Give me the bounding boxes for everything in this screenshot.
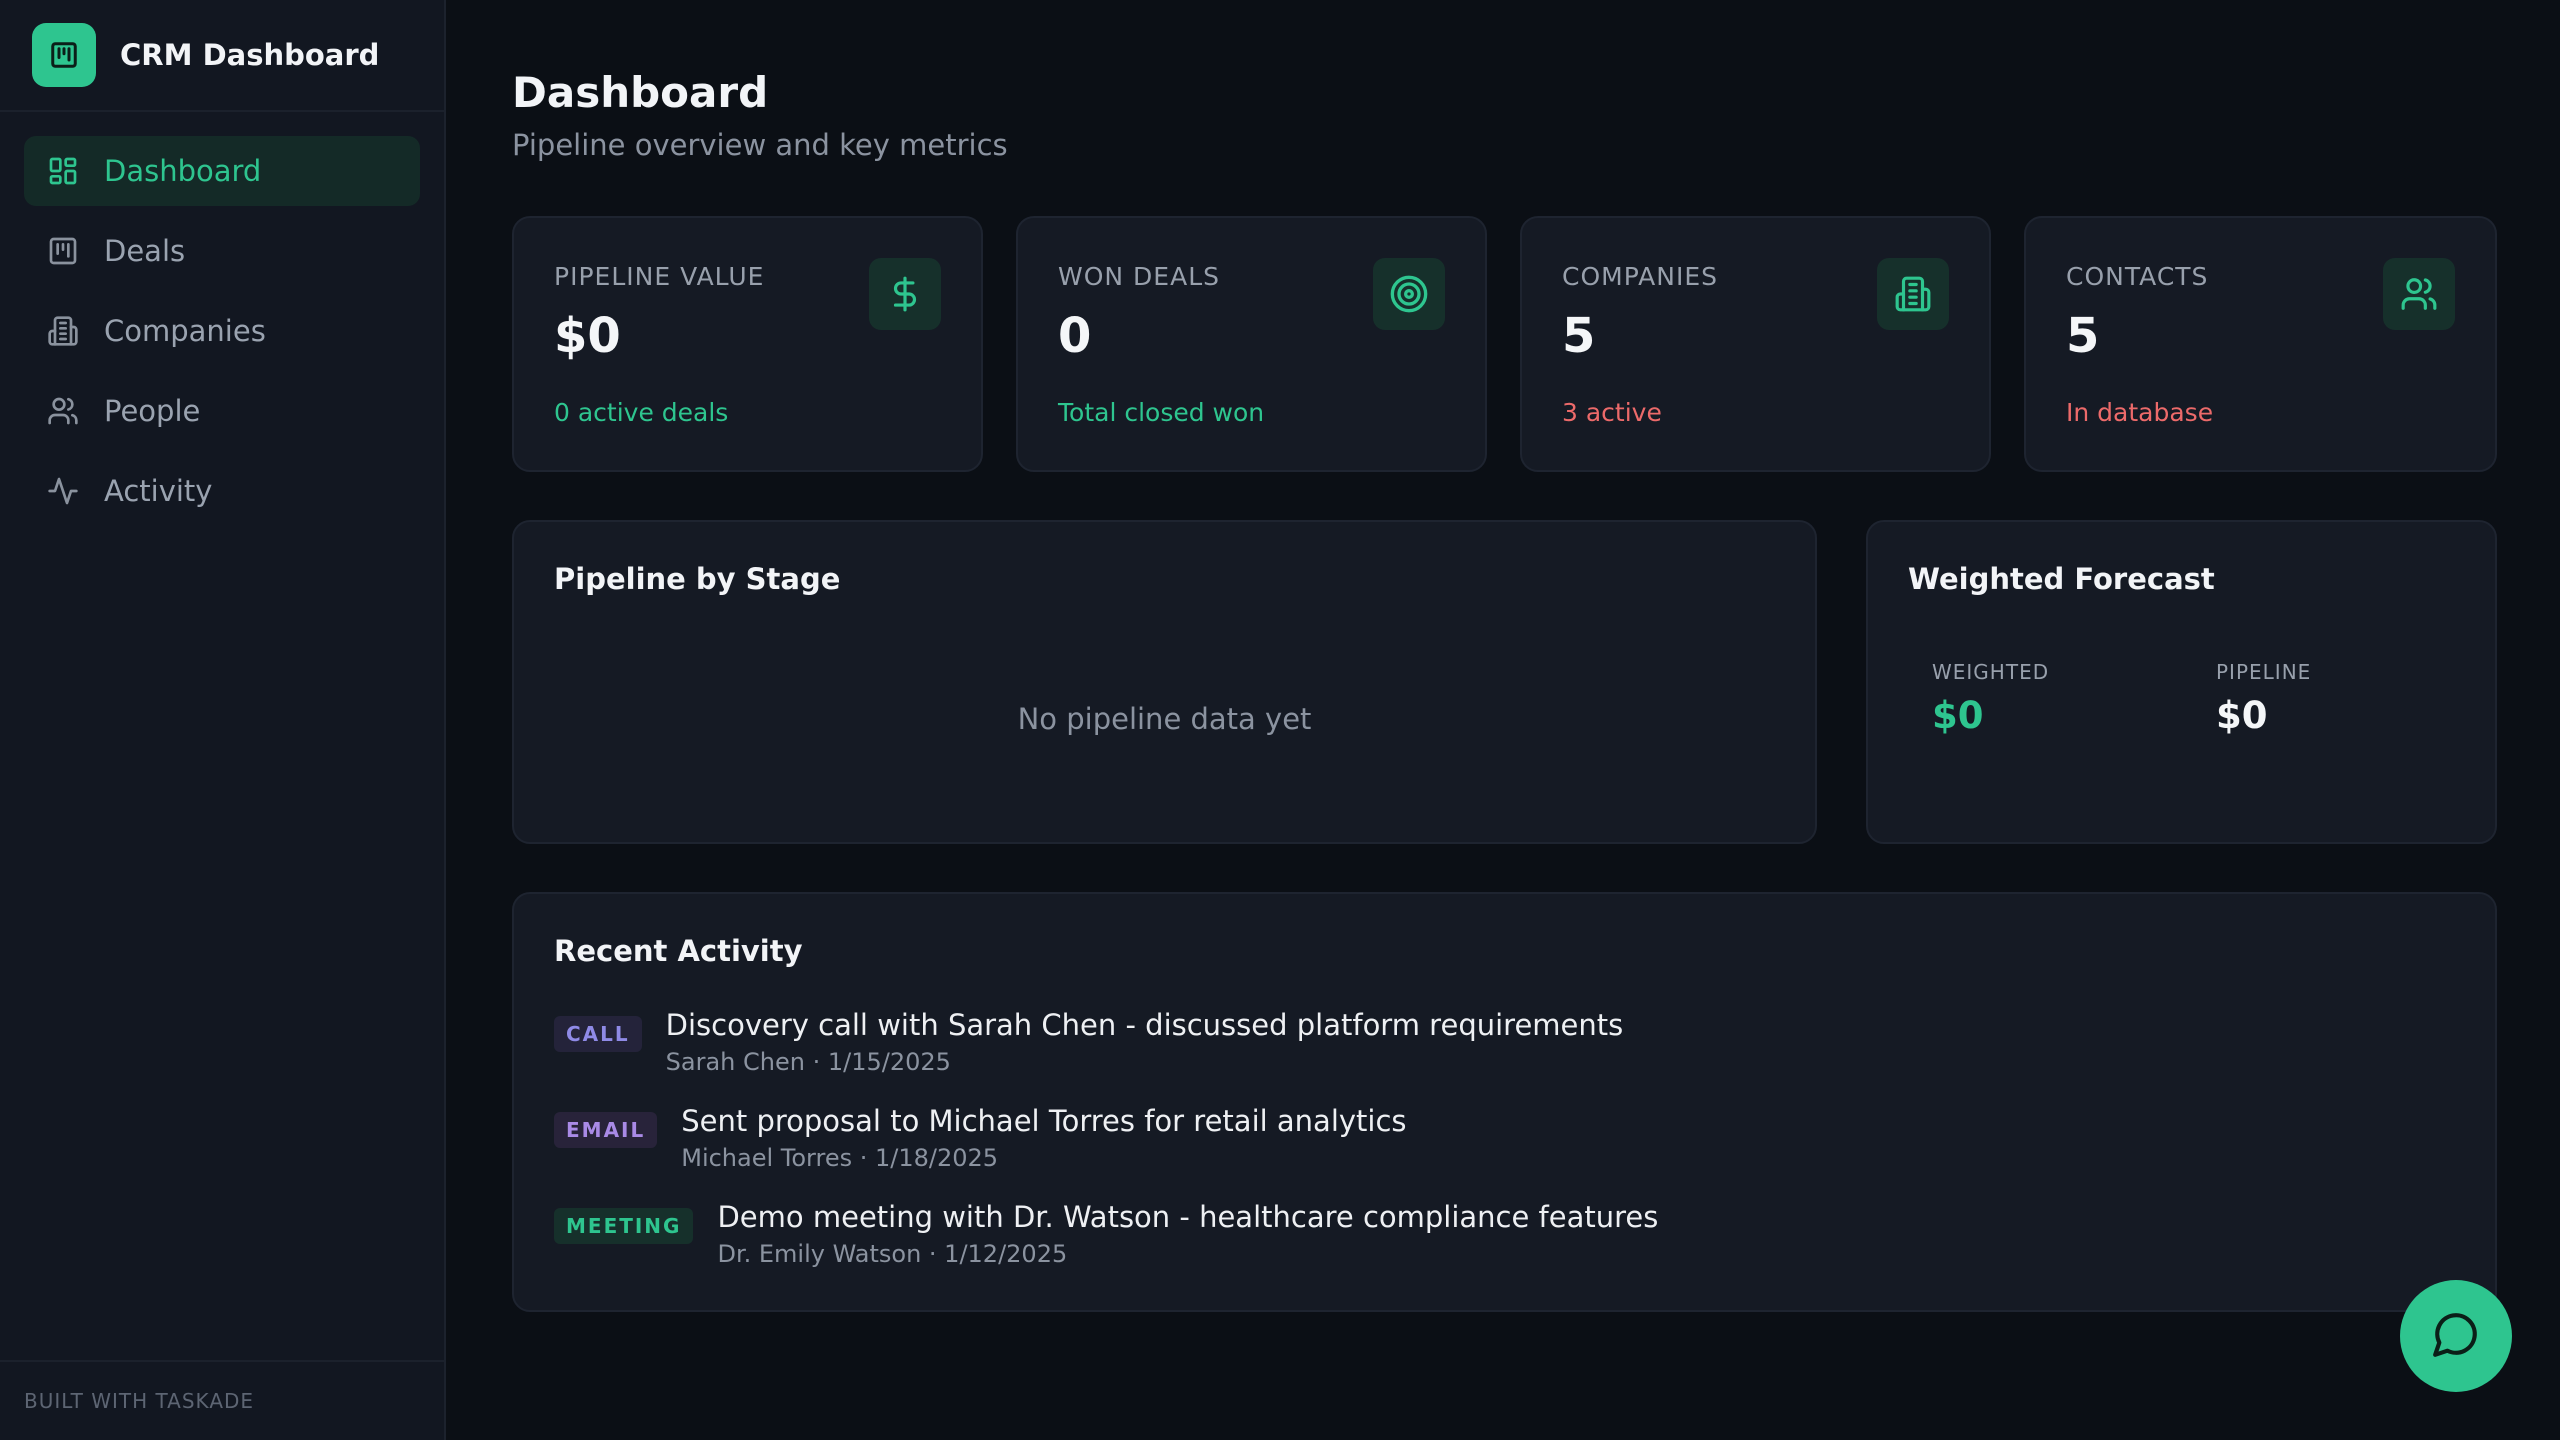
forecast-weighted-value: $0 [1932, 694, 1984, 737]
activity-type-badge: MEETING [554, 1208, 694, 1244]
stat-value: 5 [1562, 308, 1596, 364]
stat-subtext: In database [2066, 398, 2214, 427]
activity-meta: Michael Torres · 1/18/2025 [681, 1144, 999, 1172]
stat-subtext: Total closed won [1058, 398, 1265, 427]
brand[interactable]: CRM Dashboard [0, 0, 444, 112]
activity-item[interactable]: CALL Discovery call with Sarah Chen - di… [554, 1008, 1623, 1076]
activity-meta: Dr. Emily Watson · 1/12/2025 [717, 1240, 1068, 1268]
sidebar-item-label: Deals [104, 234, 186, 268]
stat-value: 0 [1058, 308, 1092, 364]
page-title: Dashboard [512, 68, 769, 117]
pipeline-by-stage-card: Pipeline by Stage No pipeline data yet [512, 520, 1817, 844]
card-title: Recent Activity [554, 934, 803, 968]
sidebar: CRM Dashboard Dashboard Deals Companies … [0, 0, 446, 1440]
chat-button[interactable] [2400, 1280, 2512, 1392]
card-title: Weighted Forecast [1908, 562, 2215, 596]
sidebar-item-people[interactable]: People [24, 376, 420, 446]
activity-item[interactable]: MEETING Demo meeting with Dr. Watson - h… [554, 1200, 1658, 1268]
forecast-pipeline-label: PIPELINE [2216, 660, 2312, 684]
forecast-weighted-label: WEIGHTED [1932, 660, 2050, 684]
users-icon [2383, 258, 2455, 330]
sidebar-item-label: Activity [104, 474, 213, 508]
stat-label: CONTACTS [2066, 262, 2209, 291]
activity-title: Discovery call with Sarah Chen - discuss… [665, 1008, 1624, 1042]
building-icon [46, 314, 80, 348]
activity-item[interactable]: EMAIL Sent proposal to Michael Torres fo… [554, 1104, 1407, 1172]
sidebar-nav: Dashboard Deals Companies People Activit… [0, 112, 444, 526]
stat-value: $0 [554, 308, 621, 364]
activity-title: Demo meeting with Dr. Watson - healthcar… [717, 1200, 1659, 1234]
layout-grid-icon [46, 154, 80, 188]
stat-card-contacts: CONTACTS 5 In database [2024, 216, 2497, 472]
sidebar-item-companies[interactable]: Companies [24, 296, 420, 366]
weighted-forecast-card: Weighted Forecast WEIGHTED $0 PIPELINE $… [1866, 520, 2497, 844]
dollar-icon [869, 258, 941, 330]
stat-subtext: 3 active [1562, 398, 1662, 427]
stat-card-won-deals: WON DEALS 0 Total closed won [1016, 216, 1487, 472]
users-icon [46, 394, 80, 428]
sidebar-footer: BUILT WITH TASKADE [0, 1360, 444, 1440]
sidebar-item-label: People [104, 394, 201, 428]
page-subtitle: Pipeline overview and key metrics [512, 128, 1008, 162]
sidebar-item-label: Companies [104, 314, 266, 348]
activity-type-badge: EMAIL [554, 1112, 658, 1148]
activity-meta: Sarah Chen · 1/15/2025 [665, 1048, 951, 1076]
recent-activity-card: Recent Activity CALL Discovery call with… [512, 892, 2497, 1312]
building-icon [1877, 258, 1949, 330]
stat-card-pipeline-value: PIPELINE VALUE $0 0 active deals [512, 216, 983, 472]
forecast-pipeline-value: $0 [2216, 694, 2268, 737]
message-circle-icon [2431, 1309, 2481, 1363]
activity-type-badge: CALL [554, 1016, 642, 1052]
stat-label: PIPELINE VALUE [554, 262, 765, 291]
forecast-pipeline: PIPELINE $0 [2216, 660, 2311, 737]
sidebar-item-label: Dashboard [104, 154, 262, 188]
sidebar-item-dashboard[interactable]: Dashboard [24, 136, 420, 206]
empty-state-text: No pipeline data yet [1017, 702, 1312, 736]
kanban-logo-icon [32, 23, 96, 87]
card-title: Pipeline by Stage [554, 562, 841, 596]
stat-label: COMPANIES [1562, 262, 1719, 291]
activity-title: Sent proposal to Michael Torres for reta… [681, 1104, 1407, 1138]
target-icon [1373, 258, 1445, 330]
stat-value: 5 [2066, 308, 2100, 364]
sidebar-item-activity[interactable]: Activity [24, 456, 420, 526]
stat-subtext: 0 active deals [554, 398, 729, 427]
activity-icon [46, 474, 80, 508]
sidebar-item-deals[interactable]: Deals [24, 216, 420, 286]
stat-label: WON DEALS [1058, 262, 1220, 291]
kanban-icon [46, 234, 80, 268]
forecast-weighted: WEIGHTED $0 [1932, 660, 2049, 737]
stat-card-companies: COMPANIES 5 3 active [1520, 216, 1991, 472]
app-title: CRM Dashboard [120, 38, 380, 72]
